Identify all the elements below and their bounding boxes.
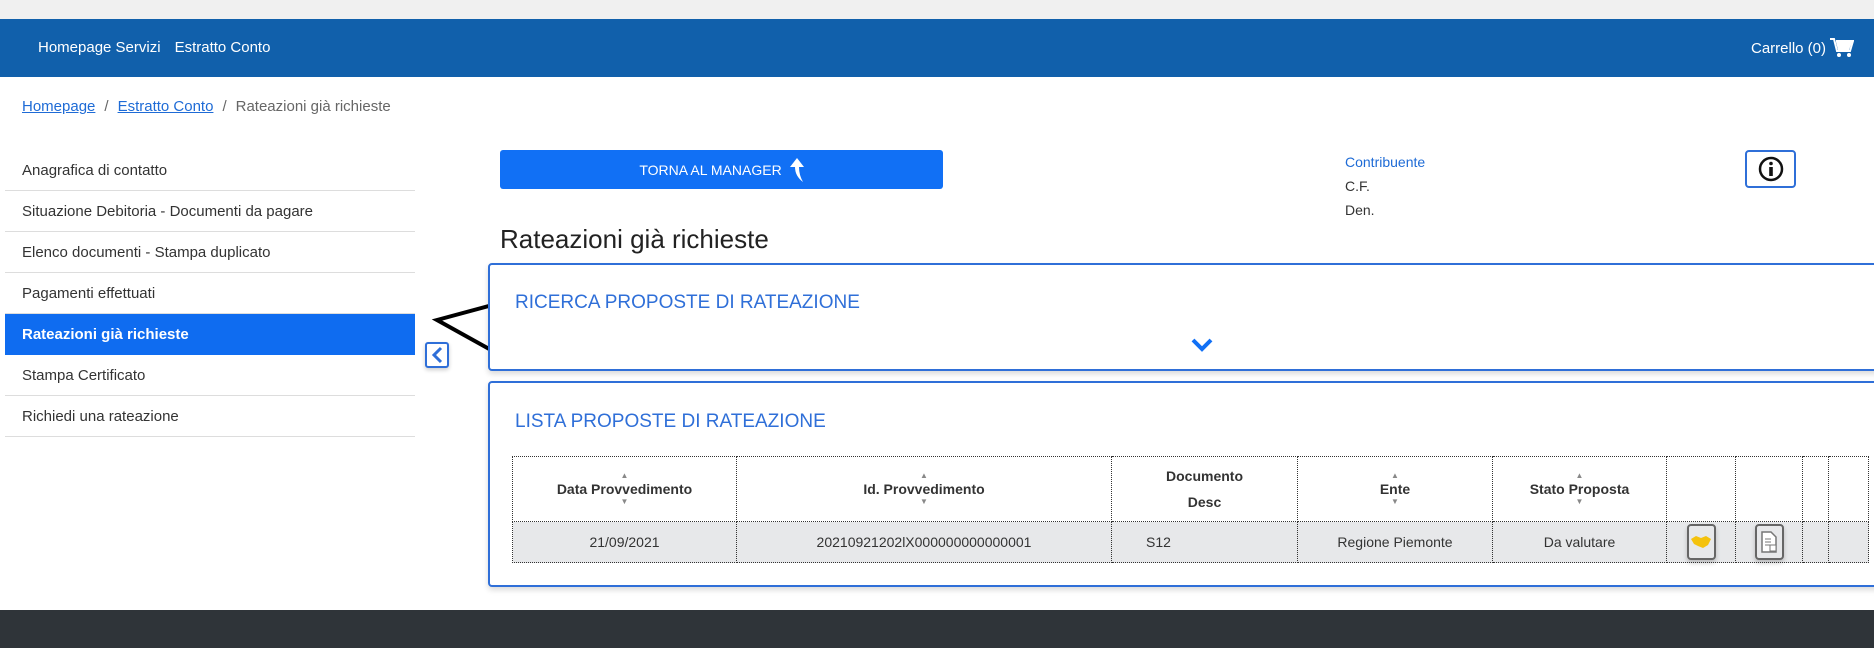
sort-down-icon: ▼ <box>620 497 629 506</box>
col-label: Id. Provvedimento <box>863 481 985 497</box>
den-label: Den. <box>1345 202 1375 218</box>
sidebar-item-situazione-debitoria[interactable]: Situazione Debitoria - Documenti da paga… <box>5 191 415 232</box>
col-data-provvedimento[interactable]: ▲ Data Provvedimento ▼ <box>512 456 737 522</box>
breadcrumb-separator: / <box>104 98 109 115</box>
info-button[interactable] <box>1745 150 1796 188</box>
cell-action-accept <box>1666 521 1736 563</box>
cell-extra <box>1802 521 1829 563</box>
col-label: Desc <box>1187 494 1222 510</box>
breadcrumb-current: Rateazioni già richieste <box>235 98 391 115</box>
header-bar: Homepage Servizi Estratto Conto Carrello… <box>0 19 1874 77</box>
cell-action-document <box>1735 521 1803 563</box>
lista-panel-title: LISTA PROPOSTE DI RATEAZIONE <box>515 411 826 432</box>
col-label: Stato Proposta <box>1529 481 1630 497</box>
proposte-table: ▲ Data Provvedimento ▼ ▲ Id. Provvedimento ▼… <box>512 456 1869 563</box>
cell-ente: Regione Piemonte <box>1297 521 1493 563</box>
cell-id: 20210921202lX000000000000001 <box>736 521 1112 563</box>
contribuente-label: Contribuente <box>1345 154 1426 170</box>
torna-label: TORNA AL MANAGER <box>639 161 782 178</box>
sidebar-item-richiedi-rateazione[interactable]: Richiedi una rateazione <box>5 396 415 437</box>
col-action-1 <box>1666 456 1736 522</box>
sidebar-item-pagamenti[interactable]: Pagamenti effettuati <box>5 273 415 314</box>
breadcrumb-homepage[interactable]: Homepage <box>22 98 95 115</box>
sidebar: Anagrafica di contatto Situazione Debito… <box>5 150 415 437</box>
col-extra-2 <box>1828 456 1869 522</box>
sidebar-item-stampa-certificato[interactable]: Stampa Certificato <box>5 355 415 396</box>
col-label: Documento <box>1166 468 1243 484</box>
col-label: Data Provvedimento <box>556 481 693 497</box>
handshake-icon <box>1691 536 1711 548</box>
accept-proposal-button[interactable] <box>1686 524 1716 560</box>
top-band <box>0 0 1874 19</box>
cart-icon <box>1830 38 1854 57</box>
col-label: Ente <box>1379 481 1411 497</box>
info-icon <box>1758 156 1783 182</box>
cf-label: C.F. <box>1345 178 1370 194</box>
col-extra-1 <box>1802 456 1829 522</box>
arrow-up-icon <box>789 157 804 182</box>
table-row: 21/09/2021 20210921202lX000000000000001 … <box>512 521 1869 563</box>
sort-up-icon: ▲ <box>1575 471 1584 480</box>
cart-label: Carrello (0) <box>1750 39 1826 57</box>
torna-al-manager-button[interactable]: TORNA AL MANAGER <box>500 150 943 189</box>
col-id-provvedimento[interactable]: ▲ Id. Provvedimento ▼ <box>736 456 1112 522</box>
breadcrumb: Homepage / Estratto Conto / Rateazioni già r… <box>22 98 391 115</box>
sort-up-icon: ▲ <box>620 471 629 480</box>
col-documento-desc: Documento Desc <box>1111 456 1298 522</box>
chevron-down-icon[interactable] <box>1190 337 1214 353</box>
col-ente[interactable]: ▲ Ente ▼ <box>1297 456 1493 522</box>
sort-up-icon: ▲ <box>1391 471 1399 480</box>
view-document-button[interactable] <box>1754 524 1784 560</box>
nav-homepage-servizi[interactable]: Homepage Servizi <box>38 39 161 56</box>
cell-documento: S12 <box>1111 521 1298 563</box>
col-stato-proposta[interactable]: ▲ Stato Proposta ▼ <box>1492 456 1667 522</box>
cell-data: 21/09/2021 <box>512 521 737 563</box>
sidebar-item-rateazioni[interactable]: Rateazioni già richieste <box>5 314 415 355</box>
sort-up-icon: ▲ <box>920 471 928 480</box>
sort-down-icon: ▼ <box>1391 497 1399 506</box>
footer <box>0 610 1874 648</box>
lista-panel: LISTA PROPOSTE DI RATEAZIONE ▲ Data Provv… <box>488 381 1874 587</box>
sort-down-icon: ▼ <box>920 497 928 506</box>
ricerca-panel: RICERCA PROPOSTE DI RATEAZIONE <box>488 263 1874 371</box>
sidebar-item-anagrafica[interactable]: Anagrafica di contatto <box>5 150 415 191</box>
breadcrumb-separator: / <box>222 98 227 115</box>
breadcrumb-estratto-conto[interactable]: Estratto Conto <box>118 98 214 115</box>
sidebar-item-elenco-documenti[interactable]: Elenco documenti - Stampa duplicato <box>5 232 415 273</box>
table-header-row: ▲ Data Provvedimento ▼ ▲ Id. Provvedimento ▼… <box>512 456 1869 522</box>
col-action-2 <box>1735 456 1803 522</box>
sort-down-icon: ▼ <box>1575 497 1584 506</box>
cart-link[interactable]: Carrello (0) <box>1751 37 1854 59</box>
cell-extra <box>1828 521 1869 563</box>
cell-stato: Da valutare <box>1492 521 1667 563</box>
nav-estratto-conto[interactable]: Estratto Conto <box>175 39 271 56</box>
page-title: Rateazioni già richieste <box>500 224 769 254</box>
document-icon <box>1761 531 1777 553</box>
ricerca-panel-title[interactable]: RICERCA PROPOSTE DI RATEAZIONE <box>515 292 860 314</box>
contribuente-info: Contribuente C.F. Den. <box>1345 150 1425 222</box>
